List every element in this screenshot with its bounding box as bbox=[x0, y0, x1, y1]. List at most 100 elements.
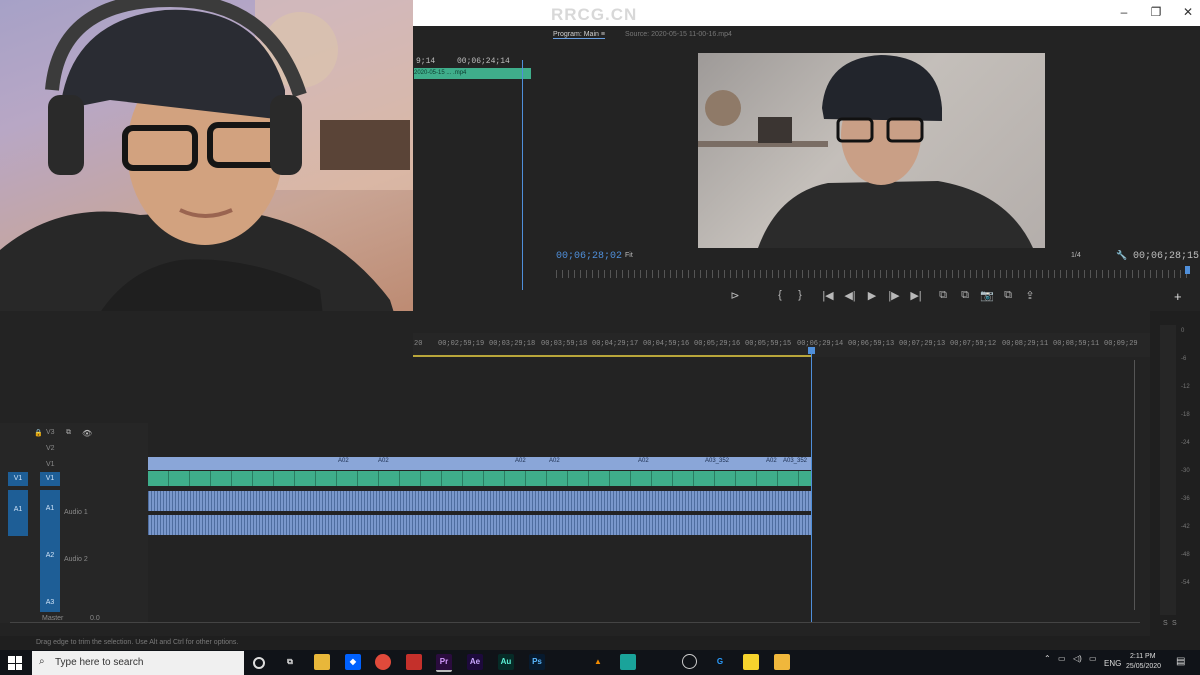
audio-clips-a1[interactable] bbox=[148, 491, 812, 511]
toggle-sync-icon[interactable]: ⧉ bbox=[66, 429, 71, 437]
ruler-label: 00;09;29 bbox=[1104, 340, 1138, 348]
source-clip[interactable]: 2020-05-15 ... .mp4 bbox=[414, 68, 531, 79]
premiere-icon[interactable]: Pr bbox=[436, 654, 452, 672]
track-v1-label[interactable]: V1 bbox=[46, 461, 55, 468]
watermark-text: RRCG.CN bbox=[551, 5, 638, 24]
app-icon[interactable] bbox=[620, 654, 636, 670]
app-icon[interactable] bbox=[774, 654, 790, 670]
fx-button[interactable]: ⊳ bbox=[727, 289, 743, 302]
network-icon[interactable]: ▭ bbox=[1058, 654, 1066, 663]
program-current-timecode[interactable]: 00;06;28;02 bbox=[556, 251, 622, 262]
vlc-icon[interactable]: ▲ bbox=[590, 654, 606, 670]
step-forward-button[interactable]: |▶ bbox=[886, 289, 902, 302]
track-audio2-name[interactable]: Audio 2 bbox=[64, 556, 88, 563]
timeline-playhead[interactable] bbox=[811, 350, 812, 622]
master-track-label[interactable]: Master bbox=[42, 615, 63, 622]
video-clips-v1[interactable] bbox=[148, 471, 811, 486]
sticky-notes-icon[interactable] bbox=[743, 654, 759, 670]
go-to-in-button[interactable]: |◀ bbox=[820, 289, 836, 302]
quality-select[interactable]: 1/4 bbox=[1071, 252, 1081, 259]
lift-button[interactable]: ⧉ bbox=[935, 289, 951, 302]
chrome-icon[interactable] bbox=[375, 654, 391, 670]
program-scrub-ruler[interactable] bbox=[556, 270, 1190, 278]
clock-time[interactable]: 2:11 PM bbox=[1130, 653, 1156, 660]
program-video-frame bbox=[698, 53, 1045, 248]
mark-in-button[interactable]: { bbox=[772, 289, 788, 301]
go-to-out-button[interactable]: ▶| bbox=[908, 289, 924, 302]
program-playhead[interactable] bbox=[1185, 266, 1190, 274]
ruler-label: 00;06;59;13 bbox=[848, 340, 895, 348]
source-left-timecode: 9;14 bbox=[416, 57, 436, 66]
cortana-icon[interactable] bbox=[253, 657, 265, 669]
dropbox-icon[interactable]: ◆ bbox=[345, 654, 361, 670]
language-indicator[interactable]: ENG bbox=[1104, 659, 1121, 668]
clip-label: A02 bbox=[549, 458, 560, 464]
audio-clips-a1-stereo[interactable] bbox=[148, 515, 812, 535]
task-view-icon[interactable]: ⧉ bbox=[282, 654, 298, 670]
taskbar-search-box[interactable]: ⌕ Type here to search bbox=[32, 651, 244, 675]
tab-program: Program: Main ≡ bbox=[553, 31, 605, 39]
eye-icon[interactable]: 👁 bbox=[82, 429, 92, 438]
solo-right-button[interactable]: S bbox=[1172, 620, 1177, 627]
windows-start-icon[interactable] bbox=[8, 656, 22, 670]
ruler-label: 00;07;59;12 bbox=[950, 340, 997, 348]
play-button[interactable]: ▶ bbox=[864, 289, 880, 302]
tab-source[interactable]: Source: 2020-05-15 11-00-16.mp4 bbox=[625, 31, 732, 38]
ruler-label: 00;05;29;16 bbox=[694, 340, 741, 348]
mark-out-button[interactable]: } bbox=[792, 289, 808, 301]
photoshop-icon[interactable]: Ps bbox=[529, 654, 545, 670]
work-area-bar[interactable] bbox=[413, 355, 811, 357]
close-button[interactable]: ✕ bbox=[1170, 0, 1200, 26]
source-patch-a1[interactable]: A1 bbox=[8, 490, 28, 536]
track-v3-label[interactable]: V3 bbox=[46, 429, 55, 436]
pdf-icon[interactable] bbox=[406, 654, 422, 670]
notifications-icon[interactable]: ▤ bbox=[1176, 656, 1185, 667]
window-titlebar bbox=[413, 0, 1200, 26]
export-frame-button[interactable]: ⇪ bbox=[1022, 289, 1038, 302]
logitech-icon[interactable]: G bbox=[712, 654, 728, 670]
comparison-view-button[interactable]: ⧉ bbox=[1000, 289, 1016, 302]
battery-icon[interactable]: ▭ bbox=[1089, 654, 1097, 663]
clock-date[interactable]: 25/05/2020 bbox=[1126, 663, 1161, 670]
audition-icon[interactable]: Au bbox=[498, 654, 514, 670]
volume-icon[interactable]: ◁) bbox=[1073, 654, 1082, 663]
camera-icon[interactable]: 📷 bbox=[979, 289, 995, 302]
program-duration-timecode: 00;06;28;15 bbox=[1133, 251, 1200, 262]
wrench-icon[interactable]: 🔧 bbox=[1116, 250, 1127, 261]
clip-label: A03_352 bbox=[705, 458, 730, 464]
app-icon[interactable] bbox=[682, 654, 697, 669]
after-effects-icon[interactable]: Ae bbox=[467, 654, 483, 670]
zoom-select[interactable]: Fit bbox=[625, 252, 633, 259]
status-bar: Drag edge to trim the selection. Use Alt… bbox=[0, 636, 1200, 650]
track-a2-target[interactable]: A2 bbox=[40, 552, 60, 559]
file-explorer-icon[interactable] bbox=[314, 654, 330, 670]
meter-tick: -30 bbox=[1181, 468, 1190, 474]
source-patch-v1[interactable]: V1 bbox=[8, 472, 28, 486]
timeline-horizontal-scrollbar[interactable] bbox=[10, 622, 1140, 627]
add-button[interactable]: + bbox=[1174, 289, 1182, 304]
menu-icon[interactable]: ≡ bbox=[601, 31, 605, 38]
master-volume-value[interactable]: 0.0 bbox=[90, 615, 100, 622]
solo-left-button[interactable]: S bbox=[1163, 620, 1168, 627]
meter-tick: -54 bbox=[1181, 580, 1190, 586]
playhead-handle[interactable] bbox=[808, 347, 815, 354]
meter-tick: -24 bbox=[1181, 440, 1190, 446]
ruler-label: 00;02;59;19 bbox=[438, 340, 485, 348]
maximize-button[interactable]: ❐ bbox=[1138, 0, 1174, 26]
clip-label: A02 bbox=[766, 458, 777, 464]
tab-program-label[interactable]: Program: Main bbox=[553, 31, 599, 38]
step-back-button[interactable]: ◀| bbox=[842, 289, 858, 302]
track-a1-target[interactable]: A1 bbox=[40, 505, 60, 512]
track-a3-target[interactable]: A3 bbox=[40, 599, 60, 606]
tray-chevron-icon[interactable]: ⌃ bbox=[1044, 654, 1051, 663]
source-playhead[interactable] bbox=[522, 60, 523, 290]
track-audio1-name[interactable]: Audio 1 bbox=[64, 509, 88, 516]
minimize-button[interactable]: – bbox=[1106, 0, 1142, 26]
extract-button[interactable]: ⧉ bbox=[957, 289, 973, 302]
lock-icon[interactable]: 🔒 bbox=[34, 429, 43, 437]
meter-tick: -6 bbox=[1181, 356, 1187, 362]
track-v1-target[interactable]: V1 bbox=[40, 472, 60, 486]
meter-tick: 0 bbox=[1181, 328, 1185, 334]
track-v2-label[interactable]: V2 bbox=[46, 445, 55, 452]
timeline-vertical-scrollbar[interactable] bbox=[1134, 360, 1140, 610]
